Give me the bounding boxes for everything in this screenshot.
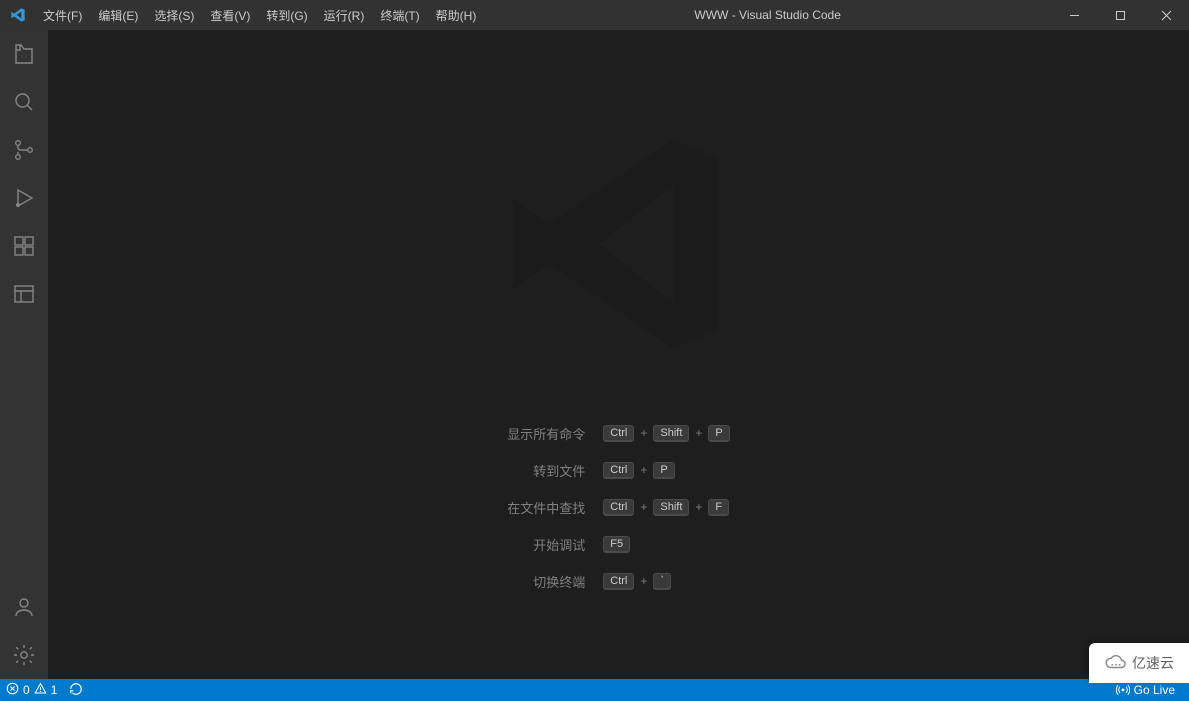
- shortcut-label: 开始调试: [507, 535, 585, 554]
- vscode-logo-icon: [0, 7, 35, 23]
- key: Shift: [653, 499, 689, 516]
- menu-file[interactable]: 文件(F): [35, 0, 90, 30]
- run-debug-icon[interactable]: [0, 174, 48, 222]
- shortcut-label: 转到文件: [507, 461, 585, 480]
- key: Ctrl: [603, 425, 634, 442]
- menu-go[interactable]: 转到(G): [258, 0, 315, 30]
- window-controls: [1051, 0, 1189, 30]
- extensions-icon[interactable]: [0, 222, 48, 270]
- menu-run[interactable]: 运行(R): [316, 0, 373, 30]
- settings-gear-icon[interactable]: [0, 631, 48, 679]
- shortcut-keys: Ctrl+`: [603, 573, 730, 590]
- shortcut-label: 在文件中查找: [507, 498, 585, 517]
- brand-badge: 亿速云: [1089, 643, 1189, 683]
- shortcut-keys: Ctrl+Shift+P: [603, 425, 730, 442]
- key: P: [708, 425, 729, 442]
- menu-bar: 文件(F) 编辑(E) 选择(S) 查看(V) 转到(G) 运行(R) 终端(T…: [35, 0, 484, 30]
- menu-edit[interactable]: 编辑(E): [90, 0, 146, 30]
- account-icon[interactable]: [0, 583, 48, 631]
- explorer-icon[interactable]: [0, 30, 48, 78]
- shortcut-keys: Ctrl+P: [603, 462, 730, 479]
- menu-view[interactable]: 查看(V): [202, 0, 258, 30]
- activity-bar: [0, 30, 48, 679]
- status-bar: 0 1 Go Live: [0, 679, 1189, 701]
- maximize-button[interactable]: [1097, 0, 1143, 30]
- welcome-shortcuts: 显示所有命令 Ctrl+Shift+P 转到文件 Ctrl+P 在文件中查找 C…: [507, 424, 730, 591]
- key: Shift: [653, 425, 689, 442]
- shortcut-label: 切换终端: [507, 572, 585, 591]
- broadcast-icon: [1116, 682, 1130, 699]
- key: `: [653, 573, 671, 590]
- editor-area: 显示所有命令 Ctrl+Shift+P 转到文件 Ctrl+P 在文件中查找 C…: [48, 30, 1189, 679]
- close-button[interactable]: [1143, 0, 1189, 30]
- titlebar: 文件(F) 编辑(E) 选择(S) 查看(V) 转到(G) 运行(R) 终端(T…: [0, 0, 1189, 30]
- menu-help[interactable]: 帮助(H): [428, 0, 485, 30]
- key: Ctrl: [603, 573, 634, 590]
- key: Ctrl: [603, 462, 634, 479]
- key: F5: [603, 536, 630, 553]
- shortcut-label: 显示所有命令: [507, 424, 585, 443]
- brand-text: 亿速云: [1132, 653, 1174, 673]
- error-count: 0: [23, 683, 30, 697]
- history-icon: [69, 682, 83, 699]
- preview-icon[interactable]: [0, 270, 48, 318]
- shortcut-keys: Ctrl+Shift+F: [603, 499, 730, 516]
- search-icon[interactable]: [0, 78, 48, 126]
- menu-select[interactable]: 选择(S): [146, 0, 202, 30]
- key: Ctrl: [603, 499, 634, 516]
- error-icon: [6, 682, 19, 698]
- vscode-watermark-icon: [494, 119, 744, 374]
- status-ports-history[interactable]: [63, 679, 89, 701]
- minimize-button[interactable]: [1051, 0, 1097, 30]
- warning-count: 1: [51, 683, 58, 697]
- cloud-icon: [1104, 653, 1126, 674]
- key: F: [708, 499, 729, 516]
- key: P: [653, 462, 674, 479]
- window-title: WWW - Visual Studio Code: [484, 8, 1051, 22]
- source-control-icon[interactable]: [0, 126, 48, 174]
- menu-terminal[interactable]: 终端(T): [372, 0, 427, 30]
- shortcut-keys: F5: [603, 536, 730, 553]
- status-problems[interactable]: 0 1: [0, 679, 63, 701]
- warning-icon: [34, 682, 47, 698]
- go-live-label: Go Live: [1134, 683, 1175, 697]
